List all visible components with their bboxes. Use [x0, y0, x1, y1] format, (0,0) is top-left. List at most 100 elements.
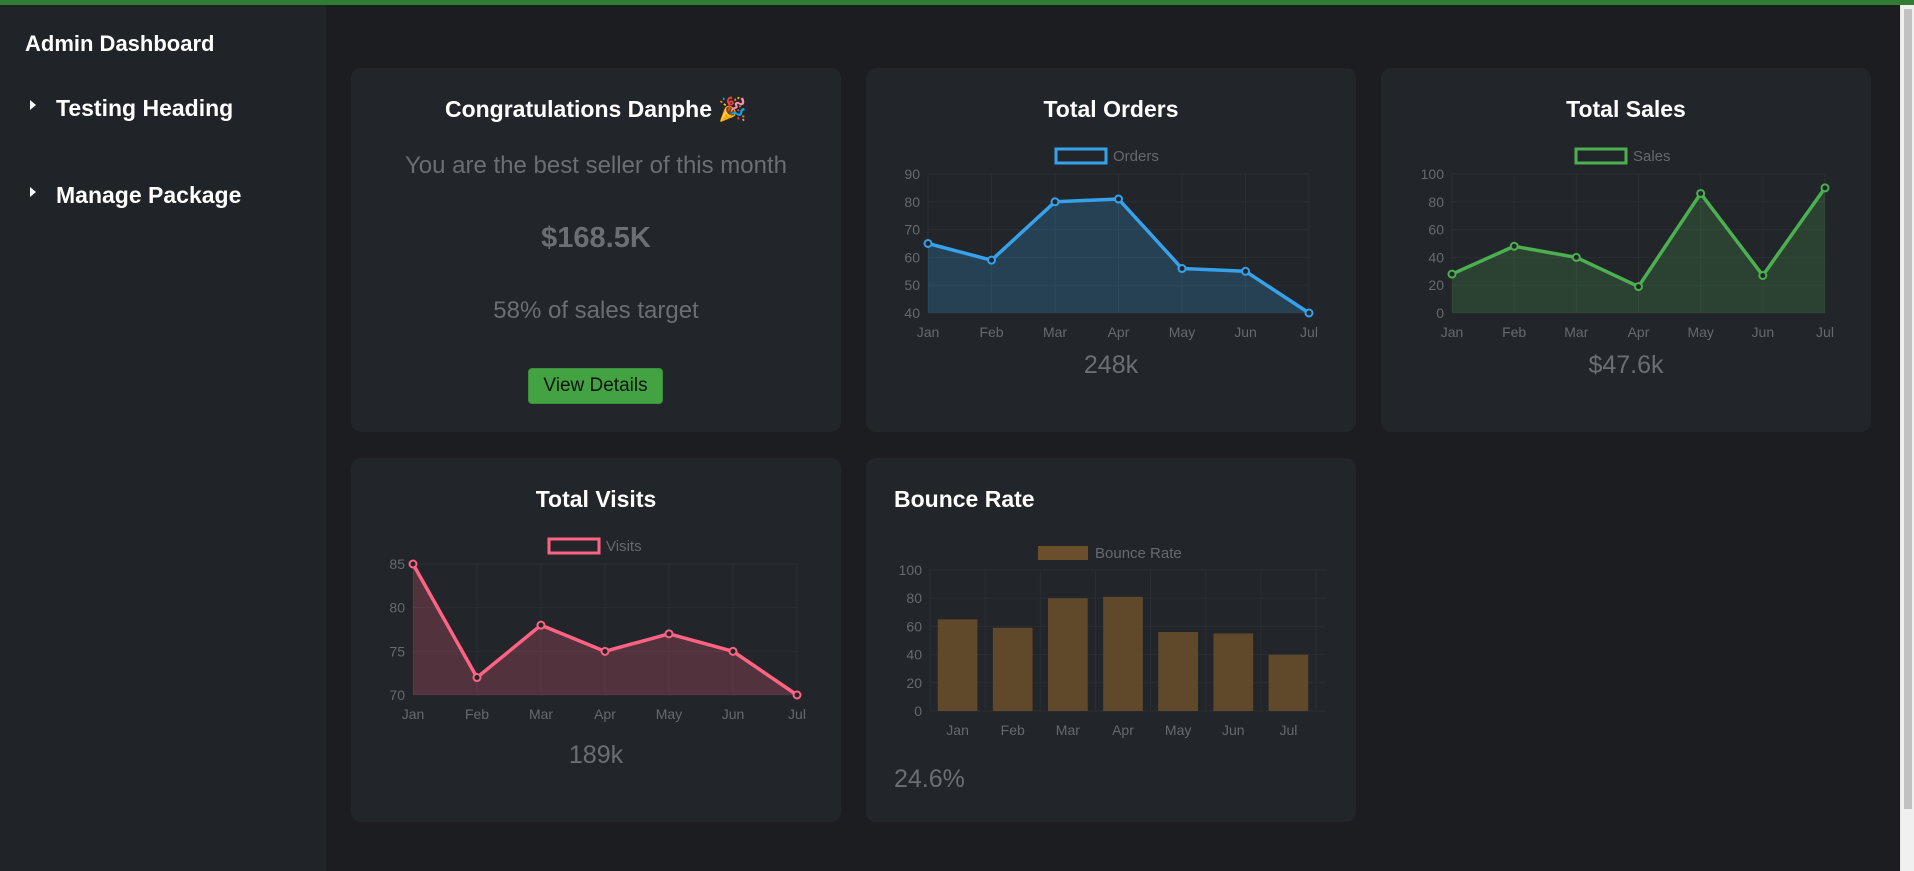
area-fill	[928, 199, 1309, 313]
caret-right-icon	[30, 186, 36, 197]
bar	[1268, 654, 1309, 711]
x-tick-label: Jun	[722, 706, 745, 722]
y-tick-label: 40	[904, 305, 920, 321]
y-tick-label: 20	[1428, 277, 1444, 293]
legend-swatch	[1054, 147, 1108, 165]
y-tick-label: 80	[904, 194, 920, 210]
x-tick-label: May	[1687, 324, 1713, 340]
sidebar-item-testing-heading[interactable]: Testing Heading	[30, 95, 233, 122]
y-tick-label: 70	[389, 687, 405, 703]
bar	[937, 619, 978, 711]
data-point	[987, 255, 996, 265]
app-brand[interactable]: Admin Dashboard	[25, 31, 214, 57]
y-tick-label: 20	[906, 675, 922, 691]
x-tick-label: Jan	[917, 324, 940, 340]
data-point	[536, 620, 546, 630]
y-tick-label: 60	[1428, 222, 1444, 238]
page-scrollbar[interactable]	[1900, 5, 1914, 871]
y-tick-label: 80	[1428, 194, 1444, 210]
data-point	[1177, 264, 1187, 274]
welcome-title: Congratulations Danphe 🎉	[444, 96, 748, 122]
x-tick-label: Feb	[1502, 324, 1526, 340]
orders-total: 248k	[1083, 351, 1139, 379]
data-point	[1114, 194, 1123, 204]
data-point	[408, 559, 418, 569]
legend-swatch	[547, 537, 601, 555]
y-tick-label: 40	[906, 647, 922, 663]
visits-total: 189k	[568, 741, 624, 769]
x-tick-label: Feb	[1001, 722, 1025, 738]
welcome-subtitle: You are the best seller of this month	[404, 152, 787, 179]
data-point	[923, 239, 933, 248]
sales-chart: Sales 0 20 40 60 80 100 Jan Feb Mar Apr May Jun Jul	[1421, 147, 1834, 340]
data-point	[1696, 188, 1706, 198]
view-details-button[interactable]: View Details	[528, 368, 663, 404]
data-point	[1758, 270, 1768, 280]
x-tick-label: Jun	[1222, 722, 1245, 738]
y-tick-label: 90	[904, 166, 920, 182]
bar	[1048, 598, 1088, 711]
x-tick-label: Apr	[1108, 324, 1130, 340]
data-point	[1820, 183, 1830, 193]
x-tick-label: Apr	[1628, 324, 1650, 340]
orders-chart: Orders 40 50 60 70 80 90 Jan Feb Mar Apr May Jun Jul	[904, 147, 1318, 340]
x-tick-label: Mar	[529, 706, 553, 722]
data-point	[1571, 252, 1581, 262]
legend-label: Visits	[606, 538, 642, 555]
x-tick-label: Jul	[1300, 324, 1318, 340]
y-tick-label: 75	[389, 643, 405, 659]
data-point	[1050, 197, 1060, 207]
y-tick-label: 50	[904, 277, 920, 293]
bounce-card: Bounce Rate Bounce Rate 0 20 40 60 80 100 Jan Fe…	[866, 458, 1356, 822]
x-tick-label: Feb	[979, 324, 1003, 340]
x-tick-label: Jul	[1816, 324, 1834, 340]
sidebar: Admin Dashboard Testing Heading Manage P…	[0, 5, 326, 871]
y-tick-label: 80	[389, 600, 405, 616]
x-tick-label: Mar	[1056, 722, 1080, 738]
data-point	[472, 673, 482, 683]
bounce-total: 24.6%	[894, 765, 965, 793]
y-tick-label: 40	[1428, 249, 1444, 265]
x-tick-label: Jul	[788, 706, 806, 722]
sales-card: Total Sales Sales 0 20 40 60 80 100 Jan Feb Mar Ap…	[1381, 68, 1871, 432]
data-point	[600, 646, 610, 656]
x-tick-label: Apr	[1112, 722, 1134, 738]
sidebar-item-label: Testing Heading	[56, 95, 234, 121]
x-tick-label: Jan	[402, 706, 425, 722]
sidebar-item-manage-package[interactable]: Manage Package	[30, 182, 241, 209]
legend-swatch	[1574, 147, 1628, 165]
visits-card: Total Visits Visits 70 75 80 85 Jan Feb Mar Apr M…	[351, 458, 841, 822]
x-tick-label: May	[656, 706, 682, 722]
x-tick-label: Apr	[594, 706, 616, 722]
data-point	[664, 629, 674, 639]
sales-total: $47.6k	[1588, 351, 1664, 379]
bar	[1213, 633, 1254, 711]
x-tick-label: May	[1169, 324, 1195, 340]
x-tick-label: Jun	[1752, 324, 1775, 340]
data-point	[1304, 308, 1314, 318]
legend-swatch	[1038, 546, 1088, 560]
x-tick-label: Mar	[1564, 324, 1588, 340]
welcome-amount: $168.5K	[541, 222, 651, 254]
y-tick-label: 60	[904, 249, 920, 265]
data-point	[1509, 241, 1519, 251]
welcome-target: 58% of sales target	[493, 297, 699, 324]
y-tick-label: 70	[904, 222, 920, 238]
x-tick-label: Jun	[1234, 324, 1257, 340]
bar	[1158, 632, 1198, 711]
data-point	[728, 646, 738, 656]
sidebar-item-label: Manage Package	[56, 182, 242, 208]
y-tick-label: 0	[1436, 305, 1444, 321]
orders-card: Total Orders Orders 40 50 60 70 80 90 Jan Feb Mar…	[866, 68, 1356, 432]
caret-right-icon	[30, 99, 36, 110]
x-tick-label: Jan	[946, 722, 969, 738]
y-tick-label: 60	[906, 618, 922, 634]
x-tick-label: Jan	[1441, 324, 1464, 340]
visits-chart: Visits 70 75 80 85 Jan Feb Mar Apr May Jun Jul	[389, 537, 806, 722]
legend-label: Bounce Rate	[1095, 545, 1182, 562]
data-point	[1241, 266, 1250, 276]
y-tick-label: 85	[389, 556, 405, 572]
scrollbar-thumb[interactable]	[1904, 9, 1912, 809]
data-point	[1634, 282, 1643, 292]
legend-label: Orders	[1113, 148, 1159, 165]
